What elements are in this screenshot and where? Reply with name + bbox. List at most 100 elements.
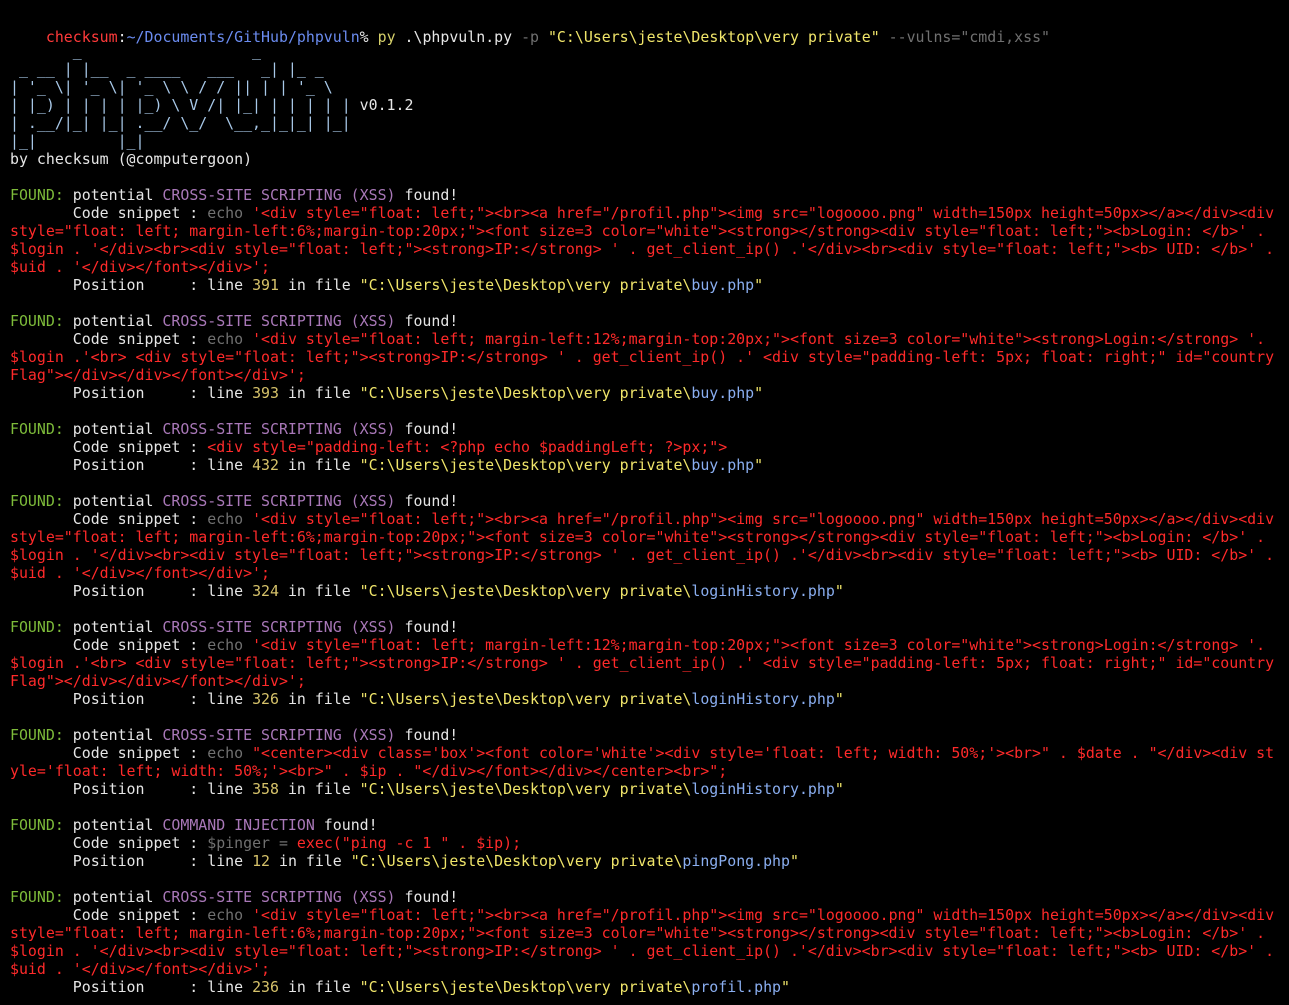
line-word: line [207, 384, 253, 402]
file-end-quote: " [754, 456, 764, 474]
finding-header: FOUND: potential CROSS-SITE SCRIPTING (X… [10, 186, 1279, 204]
banner-art-line: | .__/|_| |_| .__/ \_/ \__,_|_|_| |_| [10, 114, 351, 132]
position-line: Position : line 326 in file "C:\Users\je… [10, 690, 1279, 708]
file-name: pingPong.php [682, 852, 790, 870]
found-suffix: found! [395, 888, 459, 906]
line-number: 393 [252, 384, 279, 402]
vuln-type: CROSS-SITE SCRIPTING (XSS) [162, 888, 396, 906]
found-label: FOUND: [10, 186, 64, 204]
line-number: 12 [252, 852, 271, 870]
in-file-label: in file [278, 978, 360, 996]
snippet-equals: = [270, 834, 297, 852]
code-snippet-line: Code snippet : $pinger = exec("ping -c 1… [10, 834, 1279, 852]
in-file-label: in file [270, 852, 351, 870]
banner-art-line-version: | |_) | | | | |_) \ V /| |_| | | | | | v… [10, 96, 1279, 114]
file-end-quote: " [790, 852, 799, 870]
file-dir: "C:\Users\jeste\Desktop\very private\ [359, 582, 692, 600]
line-number: 236 [252, 978, 279, 996]
file-end-quote: " [781, 978, 790, 996]
snippet-echo: echo [207, 744, 253, 762]
found-label: FOUND: [10, 420, 64, 438]
code-snippet-label: Code snippet : [72, 330, 208, 348]
finding-header: FOUND: potential CROSS-SITE SCRIPTING (X… [10, 312, 1279, 330]
in-file-label: in file [278, 276, 360, 294]
banner-art-text: | |_) | | | | |_) \ V /| |_| | | | | | [10, 96, 351, 114]
potential-label: potential [63, 420, 163, 438]
finding-header: FOUND: potential CROSS-SITE SCRIPTING (X… [10, 492, 1279, 510]
file-dir: "C:\Users\jeste\Desktop\very private\ [359, 978, 692, 996]
vuln-type: COMMAND INJECTION [162, 816, 315, 834]
potential-label: potential [63, 312, 163, 330]
finding-block: FOUND: potential COMMAND INJECTION found… [10, 816, 1279, 870]
position-line: Position : line 324 in file "C:\Users\je… [10, 582, 1279, 600]
position-line: Position : line 236 in file "C:\Users\je… [10, 978, 1279, 996]
file-name: loginHistory.php [691, 582, 835, 600]
vuln-type: CROSS-SITE SCRIPTING (XSS) [162, 186, 396, 204]
prompt-symbol: % [359, 28, 378, 46]
snippet-echo: echo [207, 330, 253, 348]
line-number: 326 [252, 690, 279, 708]
findings-list: FOUND: potential CROSS-SITE SCRIPTING (X… [10, 186, 1279, 996]
file-name: buy.php [691, 276, 755, 294]
potential-label: potential [63, 618, 163, 636]
finding-header: FOUND: potential CROSS-SITE SCRIPTING (X… [10, 618, 1279, 636]
potential-label: potential [63, 186, 163, 204]
position-label: Position : [72, 852, 208, 870]
line-number: 432 [252, 456, 279, 474]
code-snippet-label: Code snippet : [72, 204, 208, 222]
line-number: 358 [252, 780, 279, 798]
line-word: line [207, 780, 253, 798]
finding-header: FOUND: potential CROSS-SITE SCRIPTING (X… [10, 888, 1279, 906]
file-name: profil.php [691, 978, 782, 996]
code-snippet-label: Code snippet : [72, 636, 208, 654]
line-number: 324 [252, 582, 279, 600]
code-snippet-line: Code snippet : echo '<div style="float: … [10, 204, 1279, 276]
file-end-quote: " [754, 384, 764, 402]
potential-label: potential [63, 888, 163, 906]
snippet-echo: echo [207, 636, 253, 654]
finding-header: FOUND: potential CROSS-SITE SCRIPTING (X… [10, 420, 1279, 438]
file-end-quote: " [834, 582, 844, 600]
file-end-quote: " [754, 276, 764, 294]
finding-header: FOUND: potential COMMAND INJECTION found… [10, 816, 1279, 834]
code-snippet-label: Code snippet : [72, 906, 208, 924]
position-label: Position : [72, 384, 208, 402]
potential-label: potential [63, 726, 163, 744]
found-label: FOUND: [10, 312, 64, 330]
terminal-window[interactable]: checksum:~/Documents/GitHub/phpvuln% py … [0, 0, 1289, 1005]
snippet-echo: echo [207, 510, 253, 528]
vuln-type: CROSS-SITE SCRIPTING (XSS) [162, 618, 396, 636]
command-path-arg: "C:\Users\jeste\Desktop\very private" [539, 28, 889, 46]
banner-art-line: | '_ \| '_ \| '_ \ \ / / || | | '_ \ [10, 78, 333, 96]
found-suffix: found! [395, 726, 459, 744]
line-word: line [207, 582, 253, 600]
finding-block: FOUND: potential CROSS-SITE SCRIPTING (X… [10, 312, 1279, 402]
found-suffix: found! [395, 492, 459, 510]
file-name: buy.php [691, 456, 755, 474]
file-name: loginHistory.php [691, 690, 835, 708]
found-label: FOUND: [10, 888, 64, 906]
code-snippet-line: Code snippet : echo '<div style="float: … [10, 636, 1279, 690]
code-snippet-label: Code snippet : [72, 438, 208, 456]
command-script: .\phpvuln.py [395, 28, 522, 46]
command-py: py [377, 28, 396, 46]
potential-label: potential [63, 492, 163, 510]
position-line: Position : line 432 in file "C:\Users\je… [10, 456, 1279, 474]
found-label: FOUND: [10, 816, 64, 834]
vuln-type: CROSS-SITE SCRIPTING (XSS) [162, 492, 396, 510]
file-dir: "C:\Users\jeste\Desktop\very private\ [359, 780, 692, 798]
code-snippet-label: Code snippet : [72, 834, 208, 852]
position-label: Position : [72, 978, 208, 996]
